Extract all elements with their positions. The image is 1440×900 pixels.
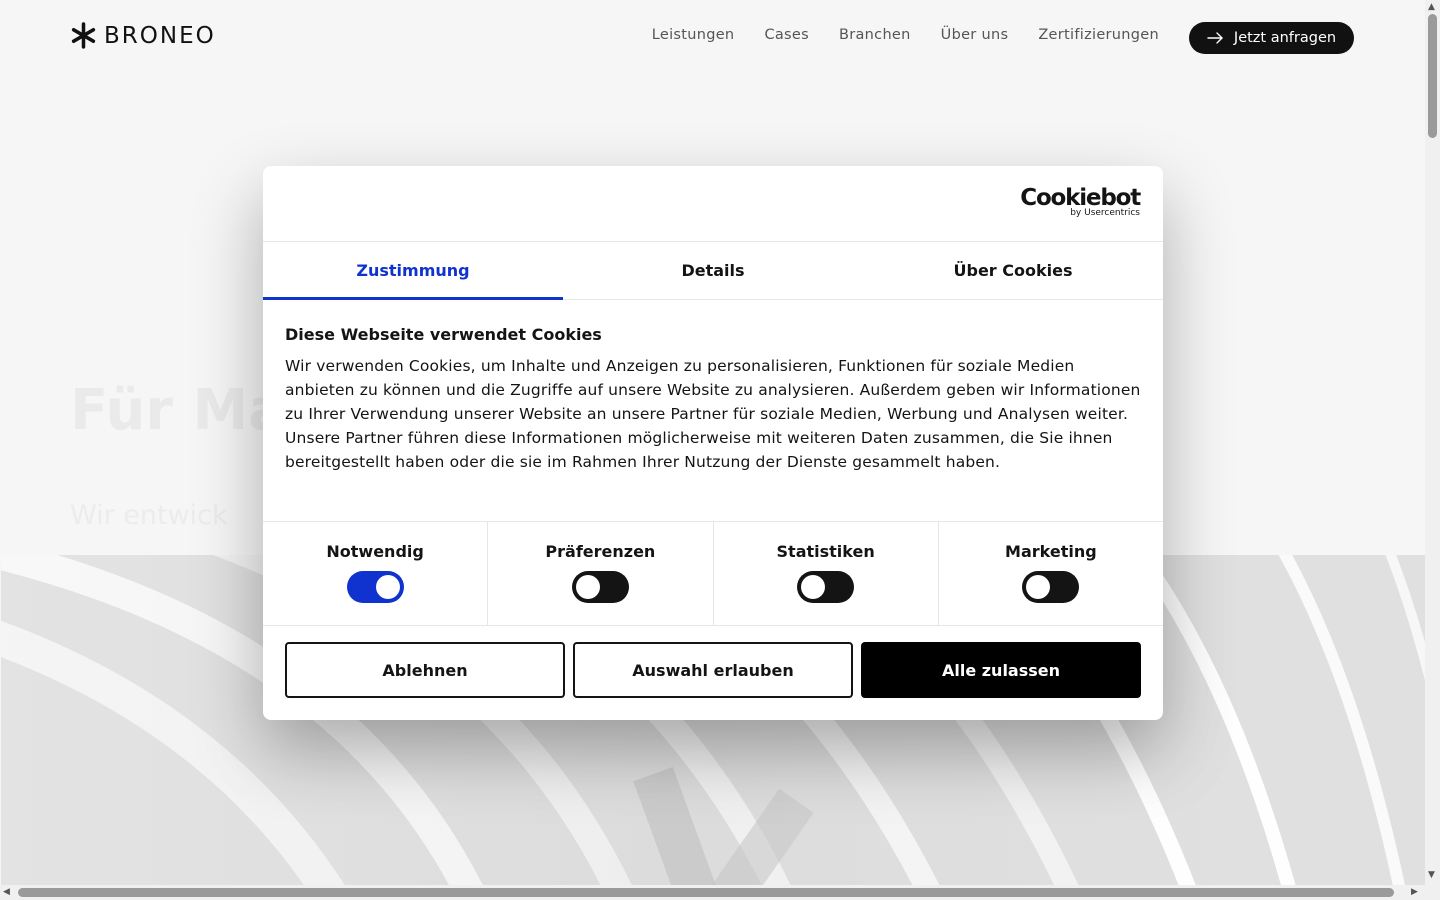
dialog-text: Wir verwenden Cookies, um Inhalte und An… [285,357,1141,471]
allow-all-button[interactable]: Alle zulassen [861,642,1141,698]
scroll-down-arrow-icon[interactable]: ▼ [1428,870,1435,880]
decline-button[interactable]: Ablehnen [285,642,565,698]
tab-zustimmung[interactable]: Zustimmung [263,242,563,300]
category-praeferenzen: Präferenzen [488,522,714,625]
scroll-right-arrow-icon[interactable]: ▶ [1411,887,1418,897]
marketing-toggle[interactable] [1022,571,1080,603]
vertical-scrollbar-thumb[interactable] [1428,14,1437,138]
nav-ueber-uns[interactable]: Über uns [941,27,1009,43]
main-nav: Leistungen Cases Branchen Über uns Zerti… [652,27,1159,43]
toggle-knob [575,575,600,599]
asterisk-logo-icon [71,22,96,49]
category-statistiken: Statistiken [714,522,939,625]
toggle-knob [801,575,826,599]
dialog-tabs: Zustimmung Details Über Cookies [263,242,1163,300]
logo[interactable]: BRONEO [70,22,216,49]
category-label: Marketing [1005,542,1097,561]
dialog-buttons: Ablehnen Auswahl erlauben Alle zulassen [263,626,1163,714]
hero-title: Für Ma [70,378,286,443]
dialog-header: Cookiebot by Usercentrics [263,166,1163,242]
allow-selection-button[interactable]: Auswahl erlauben [573,642,853,698]
scroll-up-arrow-icon[interactable]: ▲ [1428,2,1435,12]
category-marketing: Marketing [939,522,1163,625]
vertical-scrollbar[interactable]: ▲ ▼ [1425,0,1440,900]
tab-ueber-cookies[interactable]: Über Cookies [863,242,1163,299]
cta-label: Jetzt anfragen [1233,30,1337,46]
logo-text: BRONEO [104,22,216,49]
arrow-right-icon [1207,32,1223,44]
praeferenzen-toggle[interactable] [571,571,629,603]
horizontal-scrollbar[interactable]: ◀ ▶ [0,885,1425,900]
dialog-title: Diese Webseite verwendet Cookies [285,325,602,344]
tab-details[interactable]: Details [563,242,863,299]
cookie-consent-dialog: Cookiebot by Usercentrics Zustimmung Det… [263,166,1163,720]
nav-cases[interactable]: Cases [764,27,809,43]
scroll-left-arrow-icon[interactable]: ◀ [3,887,10,897]
statistiken-toggle[interactable] [797,571,855,603]
consent-categories: Notwendig Präferenzen Statistiken Market… [263,521,1163,626]
category-label: Statistiken [776,542,875,561]
cookiebot-brand: Cookiebot [1020,185,1141,211]
category-label: Notwendig [326,542,424,561]
nav-zertifizierungen[interactable]: Zertifizierungen [1038,27,1159,43]
nav-branchen[interactable]: Branchen [839,27,911,43]
cta-button[interactable]: Jetzt anfragen [1189,22,1354,54]
category-label: Präferenzen [545,542,656,561]
toggle-knob [1026,575,1051,599]
notwendig-toggle[interactable] [346,571,404,603]
nav-leistungen[interactable]: Leistungen [652,27,735,43]
cookiebot-logo[interactable]: Cookiebot by Usercentrics [1020,185,1141,218]
site-header: BRONEO Leistungen Cases Branchen Über un… [0,0,1425,74]
toggle-knob [375,575,400,599]
hero-subtitle: Wir entwick [70,500,228,531]
dialog-body: Diese Webseite verwendet Cookies Wir ver… [263,300,1163,496]
category-notwendig: Notwendig [263,522,489,625]
horizontal-scrollbar-thumb[interactable] [18,888,1394,897]
